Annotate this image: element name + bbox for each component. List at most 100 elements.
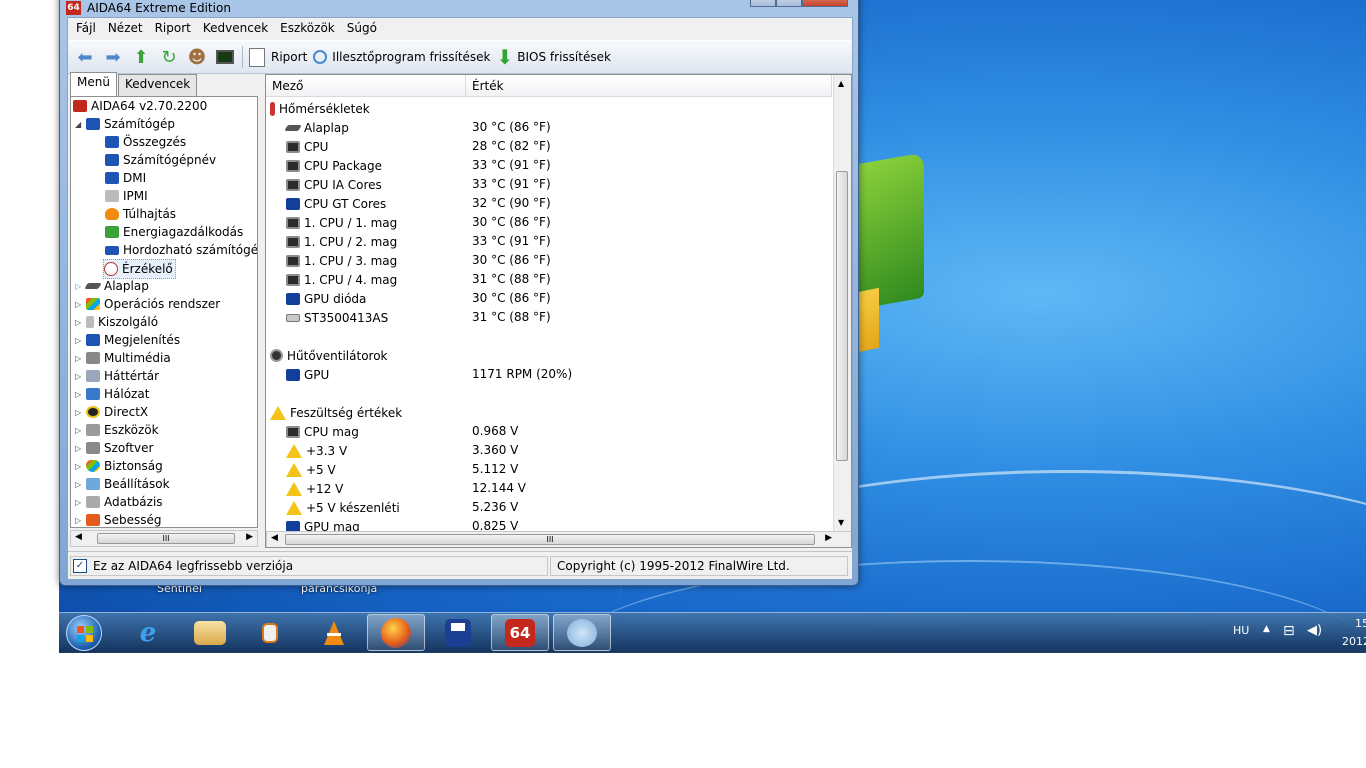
expand-arrow-icon[interactable]: ▷ — [75, 372, 83, 381]
tree-item-server[interactable]: ▷ Kiszolgáló — [75, 313, 158, 331]
tree-item-portable-computer[interactable]: Hordozható számítógép — [105, 241, 257, 259]
tree-item-security[interactable]: ▷ Biztonság — [75, 457, 163, 475]
taskbar-aida64-button[interactable]: 64 — [491, 614, 549, 651]
volume-icon[interactable]: ◀) — [1307, 623, 1322, 638]
expand-arrow-icon[interactable]: ▷ — [75, 480, 83, 489]
details-vertical-scrollbar[interactable]: ▲ ▼ — [833, 75, 851, 531]
sensor-row[interactable]: CPU GT Cores 32 °C (90 °F) — [266, 194, 832, 213]
tab-menu[interactable]: Menü — [70, 72, 117, 96]
sensor-row[interactable]: 1. CPU / 2. mag 33 °C (91 °F) — [266, 232, 832, 251]
menu-help[interactable]: Súgó — [341, 19, 383, 37]
scroll-right-arrow-icon[interactable]: ▶ — [825, 533, 832, 543]
forward-arrow-icon[interactable]: ➡ — [102, 47, 124, 68]
tree-item-multimedia[interactable]: ▷ Multimédia — [75, 349, 171, 367]
expand-arrow-icon[interactable]: ▷ — [75, 318, 83, 327]
tree-item-network[interactable]: ▷ Hálózat — [75, 385, 149, 403]
scroll-left-arrow-icon[interactable]: ◀ — [271, 533, 278, 543]
tree-item-power-management[interactable]: Energiagazdálkodás — [105, 223, 243, 241]
driver-updates-button[interactable]: Illesztőprogram frissítések — [313, 50, 491, 64]
expand-arrow-icon[interactable]: ▷ — [75, 516, 83, 525]
sensor-row[interactable]: +3.3 V 3.360 V — [266, 441, 832, 460]
show-hidden-icons-arrow-icon[interactable]: ▲ — [1263, 624, 1270, 634]
taskbar-explorer-button[interactable] — [181, 614, 239, 651]
expand-arrow-icon[interactable]: ▷ — [75, 462, 83, 471]
tree-horizontal-scrollbar[interactable]: ◀ III ▶ — [70, 530, 258, 547]
tree-item-devices[interactable]: ▷ Eszközök — [75, 421, 159, 439]
taskbar-ie-button[interactable]: e — [119, 614, 177, 651]
collapse-arrow-icon[interactable]: ◢ — [75, 120, 83, 129]
back-arrow-icon[interactable]: ⬅ — [74, 47, 96, 68]
tree-item-software[interactable]: ▷ Szoftver — [75, 439, 153, 457]
menu-tools[interactable]: Eszközök — [274, 19, 341, 37]
sensor-row[interactable]: 1. CPU / 4. mag 31 °C (88 °F) — [266, 270, 832, 289]
expand-arrow-icon[interactable]: ▷ — [75, 354, 83, 363]
tree-item-directx[interactable]: ▷ DirectX — [75, 403, 148, 421]
tree-item-overclock[interactable]: Túlhajtás — [105, 205, 176, 223]
tree-item-sensor[interactable]: Érzékelő — [103, 259, 176, 279]
tree-item-os[interactable]: ▷ Operációs rendszer — [75, 295, 220, 313]
sensor-row[interactable]: +5 V 5.112 V — [266, 460, 832, 479]
menu-file[interactable]: Fájl — [70, 19, 102, 37]
sensor-row[interactable]: CPU IA Cores 33 °C (91 °F) — [266, 175, 832, 194]
expand-arrow-icon[interactable]: ▷ — [75, 390, 83, 399]
expand-arrow-icon[interactable]: ▷ — [75, 426, 83, 435]
taskbar-vlc-button[interactable] — [305, 614, 363, 651]
refresh-icon[interactable]: ↻ — [158, 47, 180, 68]
menu-favorites[interactable]: Kedvencek — [197, 19, 274, 37]
tree-item-storage[interactable]: ▷ Háttértár — [75, 367, 159, 385]
taskbar-paint-button[interactable] — [553, 614, 611, 651]
sensor-row[interactable]: +12 V 12.144 V — [266, 479, 832, 498]
sensor-row[interactable]: CPU Package 33 °C (91 °F) — [266, 156, 832, 175]
scrollbar-thumb[interactable]: III — [97, 533, 235, 544]
taskbar-save-button[interactable] — [429, 614, 487, 651]
sensor-row[interactable]: CPU 28 °C (82 °F) — [266, 137, 832, 156]
start-button[interactable] — [66, 615, 102, 651]
expand-arrow-icon[interactable]: ▷ — [75, 444, 83, 453]
expand-arrow-icon[interactable]: ▷ — [75, 408, 83, 417]
sensor-row[interactable]: ST3500413AS 31 °C (88 °F) — [266, 308, 832, 327]
taskbar-firefox-button[interactable] — [367, 614, 425, 651]
expand-arrow-icon[interactable]: ▷ — [75, 300, 83, 309]
expand-arrow-icon[interactable]: ▷ — [75, 498, 83, 507]
users-icon[interactable]: ☻ — [186, 47, 208, 68]
tree-item-ipmi[interactable]: IPMI — [105, 187, 148, 205]
scrollbar-thumb[interactable] — [836, 171, 848, 461]
network-icon[interactable]: ⊟ — [1283, 623, 1295, 639]
maximize-button[interactable] — [776, 0, 802, 7]
minimize-button[interactable] — [750, 0, 776, 7]
sensor-row[interactable]: +5 V készenléti 5.236 V — [266, 498, 832, 517]
menu-report[interactable]: Riport — [149, 19, 197, 37]
expand-arrow-icon[interactable]: ▷ — [75, 336, 83, 345]
sensor-row[interactable]: GPU dióda 30 °C (86 °F) — [266, 289, 832, 308]
tree-item-display[interactable]: ▷ Megjelenítés — [75, 331, 180, 349]
sensor-row[interactable]: Alaplap 30 °C (86 °F) — [266, 118, 832, 137]
scrollbar-thumb[interactable]: III — [285, 534, 815, 545]
tree-item-motherboard[interactable]: ▷ Alaplap — [75, 277, 149, 295]
clock-time[interactable]: 15 — [1355, 617, 1366, 630]
up-arrow-icon[interactable]: ⬆ — [130, 47, 152, 68]
tree-item-root[interactable]: AIDA64 v2.70.2200 — [73, 97, 207, 115]
sensor-row[interactable]: 1. CPU / 3. mag 30 °C (86 °F) — [266, 251, 832, 270]
sensor-row[interactable]: CPU mag 0.968 V — [266, 422, 832, 441]
bios-updates-button[interactable]: ⬇ BIOS frissítések — [497, 45, 611, 69]
scroll-left-arrow-icon[interactable]: ◀ — [75, 532, 82, 542]
tree-item-computer[interactable]: ◢ Számítógép — [75, 115, 175, 133]
column-header-value[interactable]: Érték — [466, 75, 832, 97]
report-button[interactable]: Riport — [249, 47, 307, 67]
close-button[interactable] — [802, 0, 848, 7]
window-titlebar[interactable]: 64 AIDA64 Extreme Edition — [66, 0, 231, 17]
taskbar-media-button[interactable] — [241, 614, 299, 651]
input-language-indicator[interactable]: HU — [1233, 624, 1249, 637]
sensor-row[interactable]: GPU 1171 RPM (20%) — [266, 365, 832, 384]
column-header-field[interactable]: Mező — [266, 75, 466, 97]
tree-item-database[interactable]: ▷ Adatbázis — [75, 493, 163, 511]
tree-item-computer-name[interactable]: Számítógépnév — [105, 151, 216, 169]
scroll-down-arrow-icon[interactable]: ▼ — [838, 518, 844, 527]
scroll-up-arrow-icon[interactable]: ▲ — [838, 79, 844, 88]
expand-arrow-icon[interactable]: ▷ — [75, 282, 83, 291]
scroll-right-arrow-icon[interactable]: ▶ — [246, 532, 253, 542]
details-horizontal-scrollbar[interactable]: ◀ III ▶ — [266, 531, 851, 547]
menu-view[interactable]: Nézet — [102, 19, 149, 37]
clock-date[interactable]: 2012 — [1342, 635, 1366, 648]
tree-item-benchmark[interactable]: ▷ Sebesség — [75, 511, 162, 527]
